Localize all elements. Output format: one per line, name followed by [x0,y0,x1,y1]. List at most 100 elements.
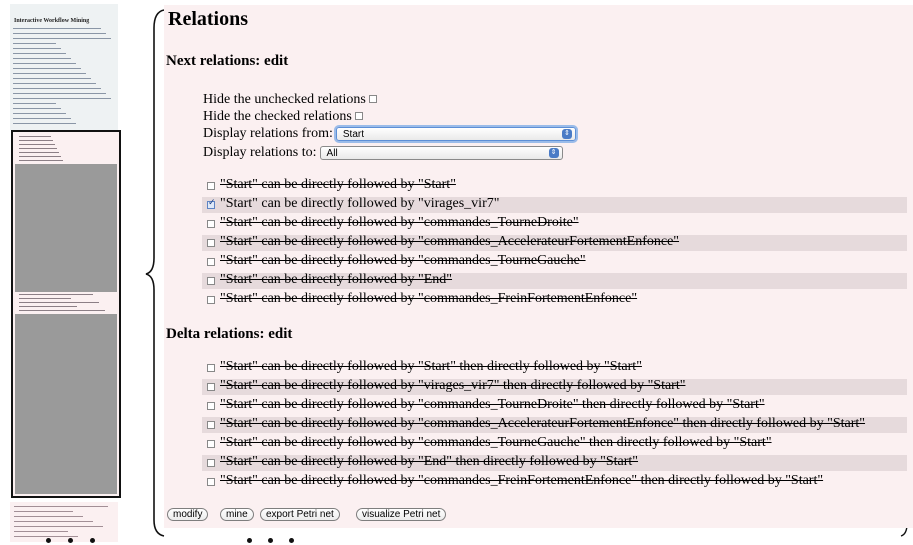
thumbnail-text-line [19,298,71,299]
relation-checkbox[interactable] [207,459,215,467]
relation-checkbox[interactable] [207,239,215,247]
hide-unchecked-checkbox[interactable] [368,94,377,103]
display-from-option: Display relations from: Start ⇕ [203,126,576,142]
thumbnail-footer-area [10,502,118,542]
thumbnail-text-line [19,148,57,149]
thumbnail-text-line [13,93,106,94]
ellipsis-dot-icon [247,538,252,543]
thumbnail-text-line [19,302,99,303]
relation-checkbox[interactable] [207,440,215,448]
relations-panel: Relations Next relations: edit Hide the … [164,5,913,528]
thumbnail-title: Interactive Workflow Mining [14,18,90,24]
thumbnail-text-line [14,536,78,537]
modify-button[interactable]: modify [167,508,209,521]
hide-checked-label: Hide the checked relations [203,109,352,124]
thumbnail-text-line [19,136,51,137]
left-brace-icon [145,9,165,537]
relation-row: "Start" can be directly followed by "com… [202,215,907,232]
relation-row: "Start" can be directly followed by "com… [202,234,907,251]
relation-row: "Start" can be directly followed by "vir… [202,196,907,213]
relation-row: "Start" can be directly followed by "End… [202,454,907,471]
thumbnail-text-line [13,63,76,64]
thumbnail-text-line [14,506,108,507]
relation-text: "Start" can be directly followed by "End… [220,272,453,287]
relation-text: "Start" can be directly followed by "Sta… [220,177,456,192]
display-to-option: Display relations to: All ⇕ [203,145,563,161]
thumbnail-text-line [13,38,111,39]
relation-checkbox[interactable] [207,402,215,410]
relation-text: "Start" can be directly followed by "com… [220,234,680,249]
relation-row: "Start" can be directly followed by "com… [202,253,907,270]
relation-text: "Start" can be directly followed by "vir… [220,196,500,211]
relation-text: "Start" can be directly followed by "com… [220,291,638,306]
relation-text: "Start" can be directly followed by "com… [220,435,772,450]
display-to-value: All [326,147,338,159]
thumbnail-text-line [19,160,63,161]
thumbnail-text-line [13,33,106,34]
relation-checkbox[interactable] [207,364,215,372]
mine-button[interactable]: mine [220,508,254,521]
relation-checkbox[interactable] [207,277,215,285]
thumbnail-text-line [13,88,101,89]
relation-row: "Start" can be directly followed by "vir… [202,378,907,395]
relation-row: "Start" can be directly followed by "Sta… [202,359,907,376]
page-title: Relations [168,8,248,30]
thumbnail-text-line [19,144,55,145]
relation-text: "Start" can be directly followed by "vir… [220,378,686,393]
relation-row: "Start" can be directly followed by "Sta… [202,177,907,194]
thumbnail-shaded-block [15,314,117,494]
thumbnail-text-line [19,294,93,295]
thumbnail-text-line [13,108,61,109]
display-to-select[interactable]: All ⇕ [319,145,563,160]
thumbnail-text-line [13,53,66,54]
thumbnail-text-line [19,306,77,307]
thumbnail-text-line [14,511,73,512]
display-to-label: Display relations to: [203,145,317,160]
relation-checkbox[interactable] [207,258,215,266]
relation-text: "Start" can be directly followed by "com… [220,397,765,412]
thumbnail-text-line [13,58,71,59]
visualize-petri-net-button[interactable]: visualize Petri net [356,508,447,521]
thumbnail-text-line [13,98,111,99]
relation-row: "Start" can be directly followed by "com… [202,473,907,490]
thumbnail-text-line [13,28,101,29]
relation-checkbox[interactable] [207,478,215,486]
hide-checked-checkbox[interactable] [354,111,363,120]
ellipsis-dot-icon [268,538,273,543]
relation-text: "Start" can be directly followed by "Sta… [220,359,642,374]
thumbnail-text-line [13,123,76,124]
hide-checked-option: Hide the checked relations [203,109,363,125]
display-from-value: Start [342,128,364,140]
relation-checkbox[interactable] [207,296,215,304]
thumbnail-text-line [13,103,56,104]
thumbnail-shaded-block [15,164,117,292]
next-relations-heading: Next relations: edit [166,53,289,69]
thumbnail-text-line [13,78,91,79]
ellipsis-dot-icon [289,538,294,543]
thumbnail-text-line [19,156,61,157]
thumbnail-text-line [19,310,105,311]
thumbnail-text-line [13,43,56,44]
ellipsis-dot-icon [46,538,51,543]
relation-row: "Start" can be directly followed by "com… [202,435,907,452]
select-arrows-icon: ⇕ [548,147,559,158]
page-thumbnail: Interactive Workflow Mining [6,4,122,542]
thumbnail-text-line [13,68,81,69]
relation-checkbox[interactable] [207,198,216,209]
thumbnail-text-line [13,73,86,74]
relation-checkbox[interactable] [207,220,215,228]
relation-text: "Start" can be directly followed by "com… [220,416,866,431]
relation-checkbox[interactable] [207,383,215,391]
thumbnail-text-line [13,48,61,49]
ellipsis-dot-icon [68,538,73,543]
export-petri-net-button[interactable]: export Petri net [260,508,340,521]
display-from-select[interactable]: Start ⇕ [335,126,576,141]
relation-text: "Start" can be directly followed by "com… [220,215,579,230]
ellipsis-dot-icon [90,538,95,543]
relation-row: "Start" can be directly followed by "End… [202,272,907,289]
thumbnail-text-line [13,118,71,119]
hide-unchecked-label: Hide the unchecked relations [203,92,366,107]
relation-checkbox[interactable] [207,421,215,429]
relation-checkbox[interactable] [207,182,215,190]
thumbnail-text-line [14,521,93,522]
